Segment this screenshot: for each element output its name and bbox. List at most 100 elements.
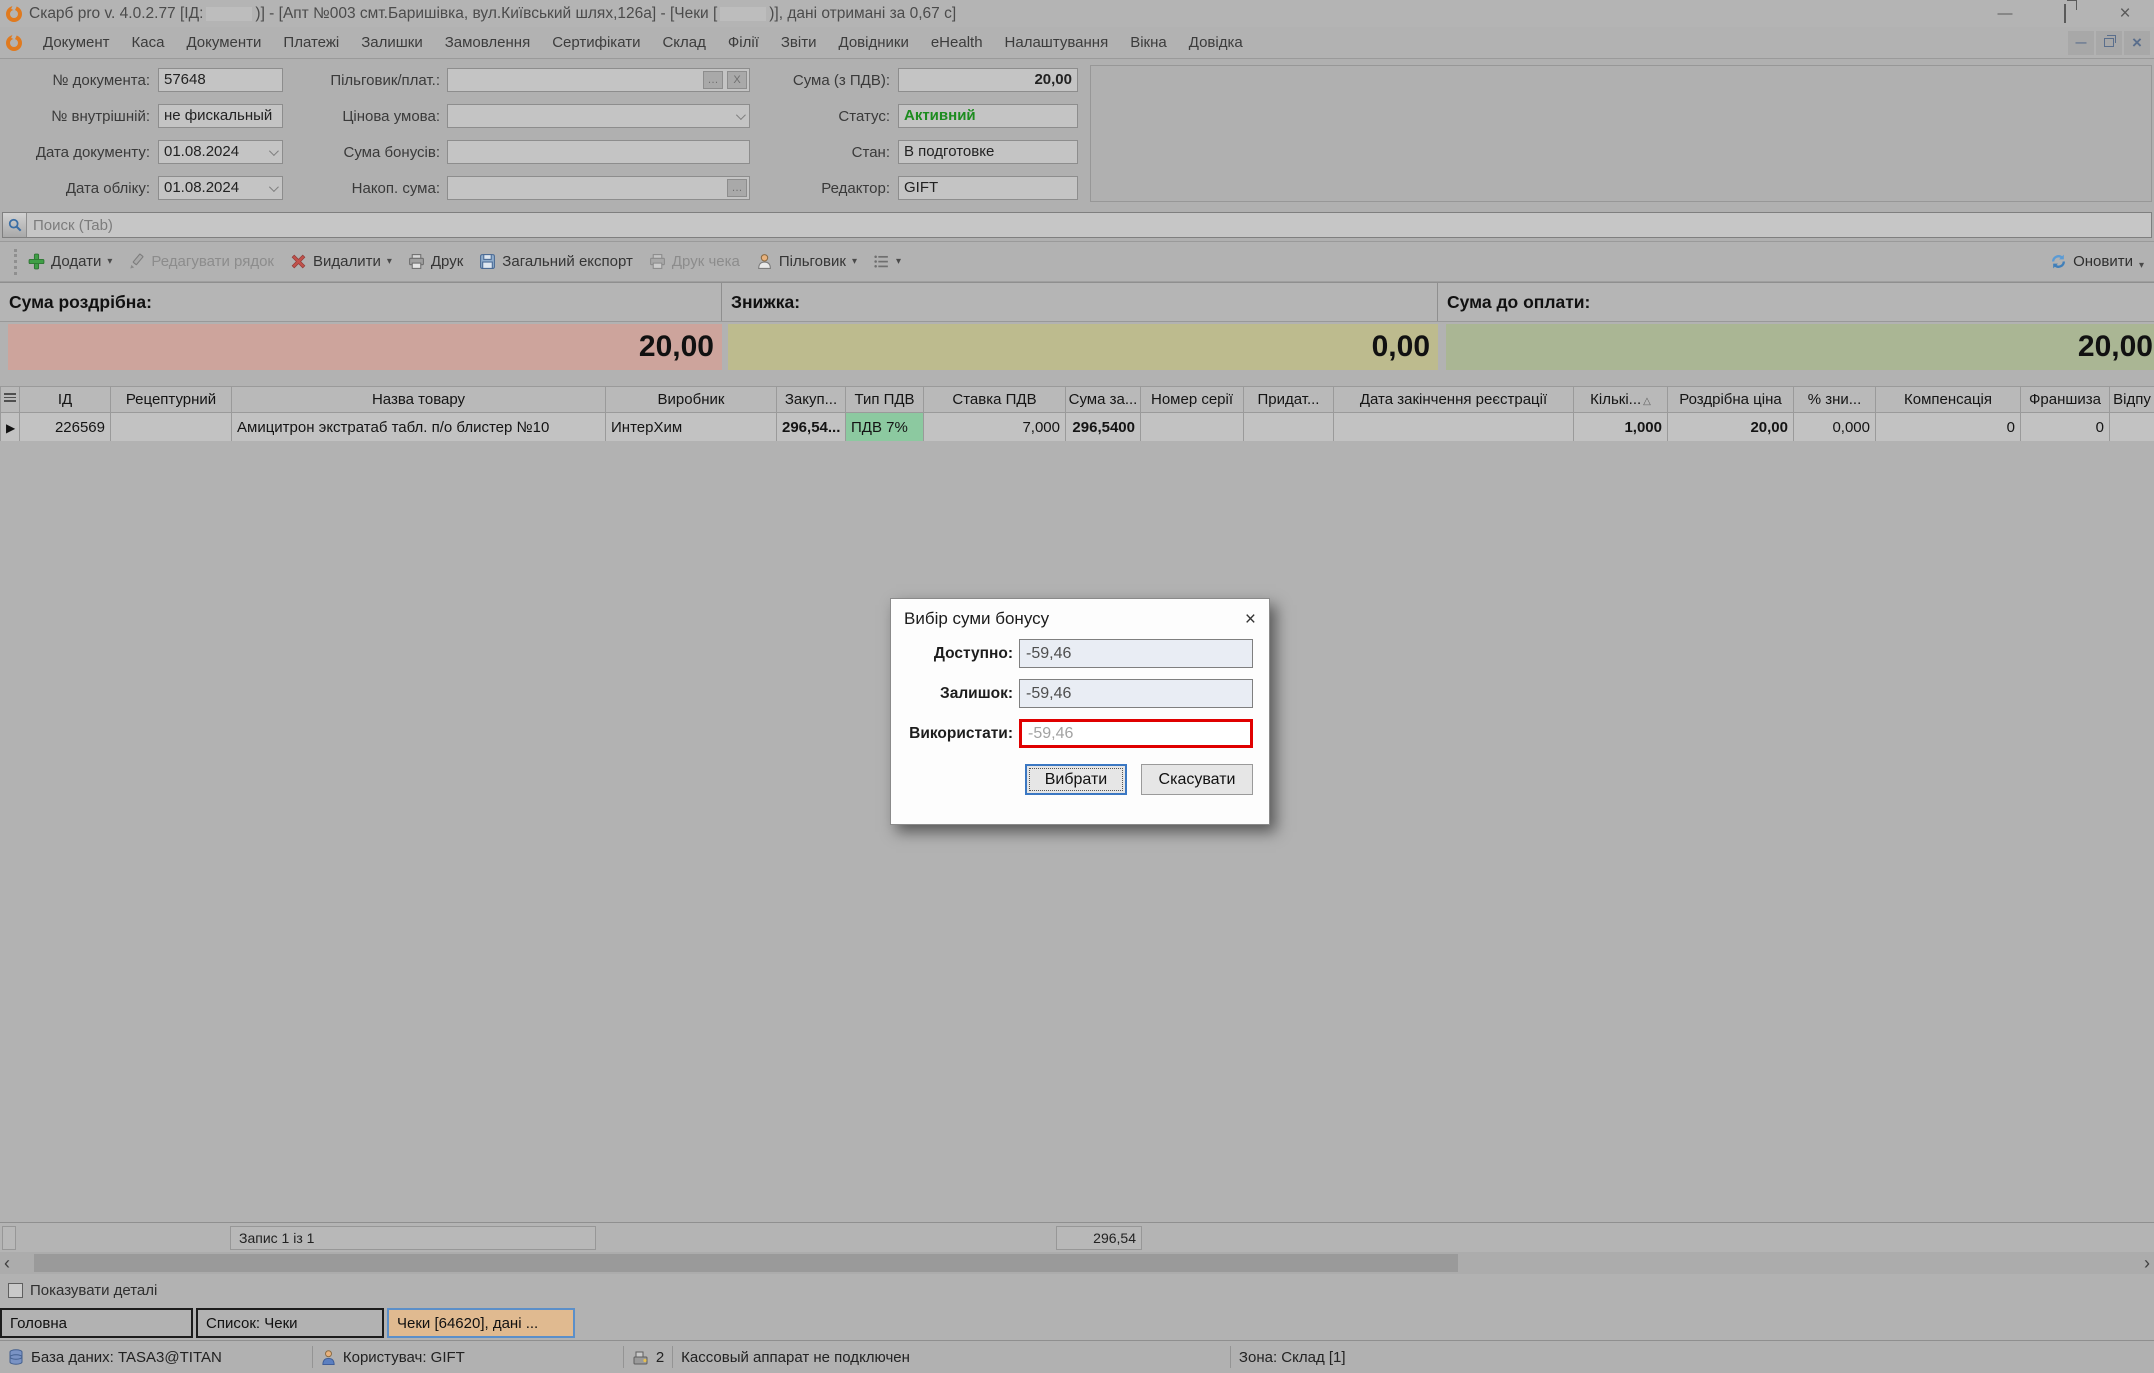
doc-number-field[interactable]: 57648 bbox=[158, 68, 283, 92]
toolbar-grip[interactable] bbox=[14, 249, 18, 275]
menu-dovidnyky[interactable]: Довідники bbox=[828, 30, 920, 55]
cell-id[interactable]: 226569 bbox=[20, 413, 111, 442]
select-button[interactable]: Вибрати bbox=[1025, 764, 1127, 795]
col-dispense[interactable]: Відпу bbox=[2110, 387, 2154, 413]
caret-down-icon: ▾ bbox=[852, 257, 857, 267]
cell-reg-expiry[interactable] bbox=[1334, 413, 1574, 442]
col-compensation[interactable]: Компенсація bbox=[1876, 387, 2021, 413]
col-quantity[interactable]: Кількі...△ bbox=[1574, 387, 1668, 413]
accum-sum-field[interactable]: … bbox=[447, 176, 750, 200]
mdi-close-icon[interactable]: × bbox=[2124, 31, 2150, 55]
restore-icon[interactable] bbox=[2054, 5, 2076, 22]
horizontal-scrollbar[interactable]: ‹ › bbox=[0, 1252, 2154, 1274]
chevron-down-icon[interactable] bbox=[736, 110, 746, 120]
col-id[interactable]: ІД bbox=[20, 387, 111, 413]
col-vat-type[interactable]: Тип ПДВ bbox=[846, 387, 924, 413]
tab-cheky-active[interactable]: Чеки [64620], дані ... bbox=[387, 1308, 575, 1338]
col-retail-price[interactable]: Роздрібна ціна bbox=[1668, 387, 1794, 413]
refresh-button[interactable]: Оновити ▾ bbox=[2050, 253, 2154, 271]
menu-zvity[interactable]: Звіти bbox=[770, 30, 828, 55]
cancel-button[interactable]: Скасувати bbox=[1141, 764, 1253, 795]
menu-filii[interactable]: Філії bbox=[717, 30, 770, 55]
cell-quantity[interactable]: 1,000 bbox=[1574, 413, 1668, 442]
scrollbar-thumb[interactable] bbox=[34, 1254, 1458, 1272]
show-details-checkbox[interactable] bbox=[8, 1283, 23, 1298]
beneficiary-button[interactable]: Пільговик▾ bbox=[756, 253, 857, 270]
scroll-right-icon[interactable]: › bbox=[2144, 1252, 2150, 1274]
menu-nalashtuvannia[interactable]: Налаштування bbox=[994, 30, 1120, 55]
dialog-close-icon[interactable]: × bbox=[1245, 610, 1256, 629]
scroll-left-icon[interactable]: ‹ bbox=[4, 1252, 10, 1274]
mdi-restore-icon[interactable] bbox=[2096, 31, 2122, 55]
menu-dovidka[interactable]: Довідка bbox=[1178, 30, 1254, 55]
cash-register-icon bbox=[632, 1350, 649, 1365]
cell-franchise[interactable]: 0 bbox=[2021, 413, 2110, 442]
cell-retail-price[interactable]: 20,00 bbox=[1668, 413, 1794, 442]
cell-prescription[interactable] bbox=[111, 413, 232, 442]
close-icon[interactable]: × bbox=[2114, 3, 2136, 25]
col-product-name[interactable]: Назва товару bbox=[232, 387, 606, 413]
export-button[interactable]: Загальний експорт bbox=[479, 253, 633, 270]
mdi-minimize-icon[interactable]: — bbox=[2068, 31, 2094, 55]
lookup-button[interactable]: … bbox=[703, 71, 723, 89]
col-prescription[interactable]: Рецептурний bbox=[111, 387, 232, 413]
delete-button[interactable]: Видалити▾ bbox=[290, 253, 392, 270]
menu-kasa[interactable]: Каса bbox=[121, 30, 176, 55]
search-box[interactable] bbox=[2, 212, 2152, 238]
cell-manufacturer[interactable]: ИнтерХим bbox=[606, 413, 777, 442]
doc-date-field[interactable]: 01.08.2024 bbox=[158, 140, 283, 164]
chevron-down-icon[interactable] bbox=[269, 146, 279, 156]
col-grip[interactable] bbox=[1, 387, 20, 413]
minimize-icon[interactable]: — bbox=[1994, 5, 2016, 22]
col-serial[interactable]: Номер серії bbox=[1141, 387, 1244, 413]
cell-dispense[interactable] bbox=[2110, 413, 2154, 442]
col-vat-rate[interactable]: Ставка ПДВ bbox=[924, 387, 1066, 413]
user-status: Користувач: GIFT bbox=[321, 1349, 465, 1366]
menu-vikna[interactable]: Вікна bbox=[1119, 30, 1178, 55]
col-franchise[interactable]: Франшиза bbox=[2021, 387, 2110, 413]
cell-vat-type[interactable]: ПДВ 7% bbox=[846, 413, 924, 442]
menu-dokumenty[interactable]: Документи bbox=[175, 30, 272, 55]
menu-zamovlennia[interactable]: Замовлення bbox=[434, 30, 541, 55]
menu-dokument[interactable]: Документ bbox=[32, 30, 121, 55]
table-row[interactable]: ▶ 226569 Амицитрон экстратаб табл. п/о б… bbox=[1, 413, 2154, 442]
add-button[interactable]: Додати▾ bbox=[28, 253, 112, 270]
menu-zalyshky[interactable]: Залишки bbox=[350, 30, 434, 55]
search-input[interactable] bbox=[27, 217, 2151, 234]
menu-platezhi[interactable]: Платежі bbox=[272, 30, 350, 55]
menu-sklad[interactable]: Склад bbox=[651, 30, 716, 55]
cell-product-name[interactable]: Амицитрон экстратаб табл. п/о блистер №1… bbox=[232, 413, 606, 442]
cell-serial[interactable] bbox=[1141, 413, 1244, 442]
col-discount-pct[interactable]: % зни... bbox=[1794, 387, 1876, 413]
col-manufacturer[interactable]: Виробник bbox=[606, 387, 777, 413]
cell-compensation[interactable]: 0 bbox=[1876, 413, 2021, 442]
col-validity[interactable]: Придат... bbox=[1244, 387, 1334, 413]
col-sum-for[interactable]: Сума за... bbox=[1066, 387, 1141, 413]
menu-sertyfikaty[interactable]: Сертифікати bbox=[541, 30, 651, 55]
edit-row-button[interactable]: Редагувати рядок bbox=[128, 253, 274, 270]
tab-spysok-cheky[interactable]: Список: Чеки bbox=[196, 1308, 384, 1338]
internal-number-field[interactable]: не фискальный bbox=[158, 104, 283, 128]
lookup-button[interactable]: … bbox=[727, 179, 747, 197]
cell-vat-rate[interactable]: 7,000 bbox=[924, 413, 1066, 442]
chevron-down-icon[interactable] bbox=[269, 182, 279, 192]
use-field[interactable]: -59,46 bbox=[1019, 719, 1253, 748]
col-reg-expiry[interactable]: Дата закінчення реєстрації bbox=[1334, 387, 1574, 413]
col-purchase[interactable]: Закуп... bbox=[777, 387, 846, 413]
print-receipt-button[interactable]: Друк чека bbox=[649, 253, 740, 270]
tab-holovna[interactable]: Головна bbox=[0, 1308, 193, 1338]
beneficiary-field[interactable]: … X bbox=[447, 68, 750, 92]
account-date-field[interactable]: 01.08.2024 bbox=[158, 176, 283, 200]
search-icon[interactable] bbox=[3, 213, 27, 237]
doc-number-label: № документа: bbox=[10, 72, 150, 89]
cell-purchase[interactable]: 296,54... bbox=[777, 413, 846, 442]
bonus-sum-field[interactable] bbox=[447, 140, 750, 164]
cell-sum-for[interactable]: 296,5400 bbox=[1066, 413, 1141, 442]
cell-discount-pct[interactable]: 0,000 bbox=[1794, 413, 1876, 442]
price-condition-select[interactable] bbox=[447, 104, 750, 128]
view-options-button[interactable]: ▾ bbox=[873, 253, 901, 270]
menu-ehealth[interactable]: eHealth bbox=[920, 30, 994, 55]
clear-button[interactable]: X bbox=[727, 71, 747, 89]
print-button[interactable]: Друк bbox=[408, 253, 463, 270]
cell-validity[interactable] bbox=[1244, 413, 1334, 442]
